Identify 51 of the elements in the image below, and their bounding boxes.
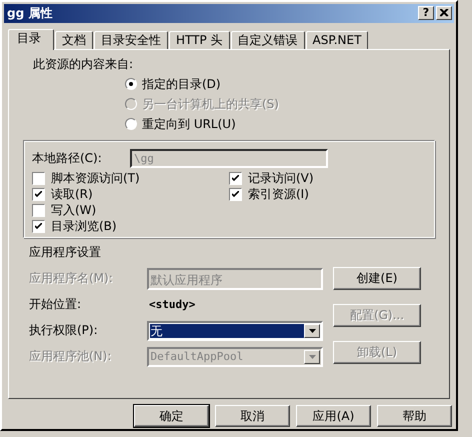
- tab[interactable]: HTTP 头: [169, 30, 230, 49]
- field-label: 应用程序名(M):: [28, 270, 114, 288]
- tab[interactable]: 自定义错误: [230, 30, 305, 49]
- dropdown-arrow-icon: [308, 354, 316, 359]
- field-label: 开始位置:: [28, 296, 82, 314]
- checkbox[interactable]: [32, 220, 45, 234]
- check-mark-icon: [232, 191, 239, 198]
- window-title: gg 属性: [7, 4, 52, 22]
- check-mark-icon: [232, 175, 239, 182]
- radio-label: 另一台计算机上的共享(S): [142, 96, 279, 113]
- tab[interactable]: 文档: [55, 30, 93, 49]
- check-mark-icon: [35, 223, 42, 230]
- checkbox[interactable]: [32, 172, 45, 186]
- radio-label: 指定的目录(D): [142, 76, 221, 93]
- checkbox[interactable]: [229, 188, 242, 202]
- field-label: 应用程序池(N):: [28, 348, 112, 366]
- close-button[interactable]: [436, 6, 452, 20]
- tab[interactable]: 目录: [8, 28, 54, 50]
- tab[interactable]: ASP.NET: [306, 30, 368, 49]
- dialog-button[interactable]: 确定: [134, 405, 209, 427]
- checkbox-label: 读取(R): [51, 186, 93, 204]
- checkbox-label: 记录访问(V): [248, 170, 314, 188]
- button[interactable]: 创建(E): [333, 266, 421, 290]
- checkbox-label: 脚本资源访问(T): [51, 170, 140, 188]
- checkbox[interactable]: [32, 188, 45, 202]
- checkbox-label: 目录浏览(B): [51, 218, 117, 236]
- radio-option[interactable]: 重定向到 URL(U): [125, 116, 435, 133]
- radio-option[interactable]: 指定的目录(D): [125, 76, 435, 93]
- dropdown-value: DefaultAppPool: [150, 350, 244, 364]
- section-label: 此资源的内容来自:: [32, 56, 134, 73]
- dropdown-value: 无: [150, 324, 304, 338]
- checkbox-label: 索引资源(I): [248, 186, 309, 204]
- section-heading: 应用程序设置: [28, 244, 102, 261]
- check-mark-icon: [35, 191, 42, 198]
- checkbox[interactable]: [32, 204, 45, 218]
- help-button[interactable]: ?: [418, 6, 434, 20]
- checkbox-label: 写入(W): [51, 202, 96, 220]
- field-label: 本地路径(C):: [32, 150, 103, 167]
- value-text: <study>: [149, 298, 196, 312]
- radio-button[interactable]: [125, 78, 137, 90]
- field-label: 执行权限(P):: [28, 322, 99, 340]
- dialog-button[interactable]: 帮助: [377, 405, 452, 427]
- dropdown-arrow-icon: [308, 328, 316, 333]
- close-icon: [440, 9, 448, 18]
- dialog-button[interactable]: 取消: [215, 405, 290, 427]
- dropdown[interactable]: 无: [146, 320, 323, 341]
- checkbox[interactable]: [229, 172, 242, 186]
- radio-button[interactable]: [125, 118, 137, 130]
- tab[interactable]: 目录安全性: [94, 30, 168, 49]
- dialog-button[interactable]: 应用(A): [296, 405, 371, 427]
- radio-label: 重定向到 URL(U): [142, 116, 236, 133]
